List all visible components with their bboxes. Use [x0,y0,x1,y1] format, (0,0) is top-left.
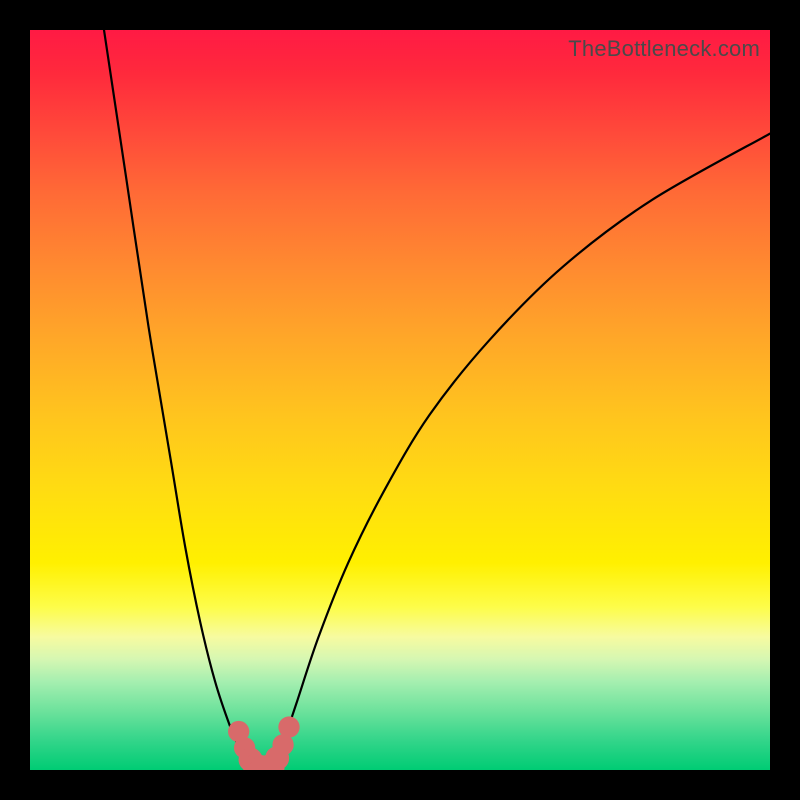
trough-markers [228,716,300,770]
chart-frame: TheBottleneck.com [0,0,800,800]
marker-dot [278,716,299,737]
curve-layer [30,30,770,770]
plot-area: TheBottleneck.com [30,30,770,770]
right-curve [274,134,770,770]
left-curve [104,30,252,770]
